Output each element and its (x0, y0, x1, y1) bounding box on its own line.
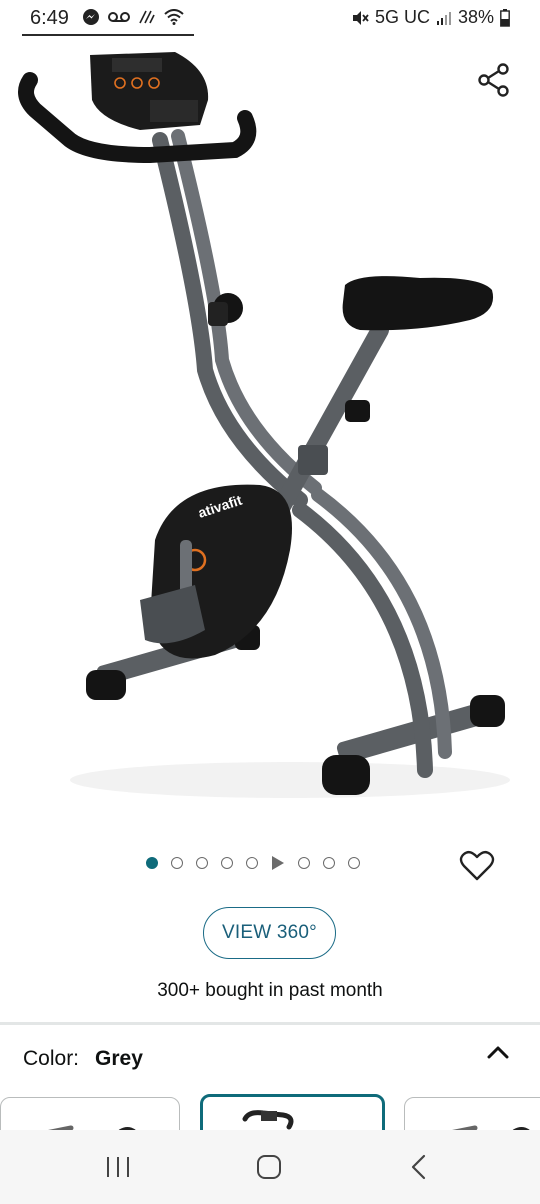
product-image[interactable]: ativafit (0, 40, 540, 830)
color-selector-row[interactable]: Color: Grey (23, 1047, 143, 1071)
status-right: 5G UC 38% (351, 7, 510, 28)
battery-label: 38% (457, 7, 494, 27)
wifi-calling-icon (139, 10, 155, 24)
carousel-dot-1[interactable] (146, 857, 158, 869)
carousel-dot-9[interactable] (348, 857, 360, 869)
view-360-button[interactable]: VIEW 360° (203, 907, 336, 959)
wifi-icon (164, 9, 184, 25)
recent-apps-icon[interactable] (100, 1152, 136, 1182)
voicemail-icon (108, 12, 130, 22)
status-bar: 6:49 5G UC 38% (0, 0, 540, 38)
product-page: 6:49 5G UC 38% ativafit VIEW 360° 300+ b… (0, 0, 540, 1204)
network-label: 5G UC (374, 7, 430, 27)
carousel-dot-5[interactable] (246, 857, 258, 869)
carousel-dot-8[interactable] (323, 857, 335, 869)
carousel-dot-7[interactable] (298, 857, 310, 869)
status-left-icons (82, 8, 184, 26)
carousel-dot-2[interactable] (171, 857, 183, 869)
status-underline (22, 34, 194, 36)
share-icon[interactable] (476, 62, 512, 98)
image-carousel-dots (146, 856, 360, 870)
system-nav-bar (0, 1130, 540, 1204)
chevron-up-icon[interactable] (484, 1040, 512, 1064)
section-divider (0, 1022, 540, 1025)
back-icon[interactable] (400, 1152, 436, 1182)
color-value: Grey (95, 1047, 143, 1070)
status-time: 6:49 (30, 7, 69, 29)
home-icon[interactable] (250, 1152, 286, 1182)
messenger-icon (83, 9, 99, 25)
mute-icon (352, 10, 369, 25)
signal-icon (436, 11, 451, 25)
video-dot-play-icon[interactable] (272, 856, 284, 870)
battery-icon (500, 8, 510, 27)
color-label: Color: (23, 1047, 80, 1070)
carousel-dot-3[interactable] (196, 857, 208, 869)
bought-in-past-month: 300+ bought in past month (157, 980, 383, 1001)
heart-icon[interactable] (459, 850, 495, 882)
carousel-dot-4[interactable] (221, 857, 233, 869)
